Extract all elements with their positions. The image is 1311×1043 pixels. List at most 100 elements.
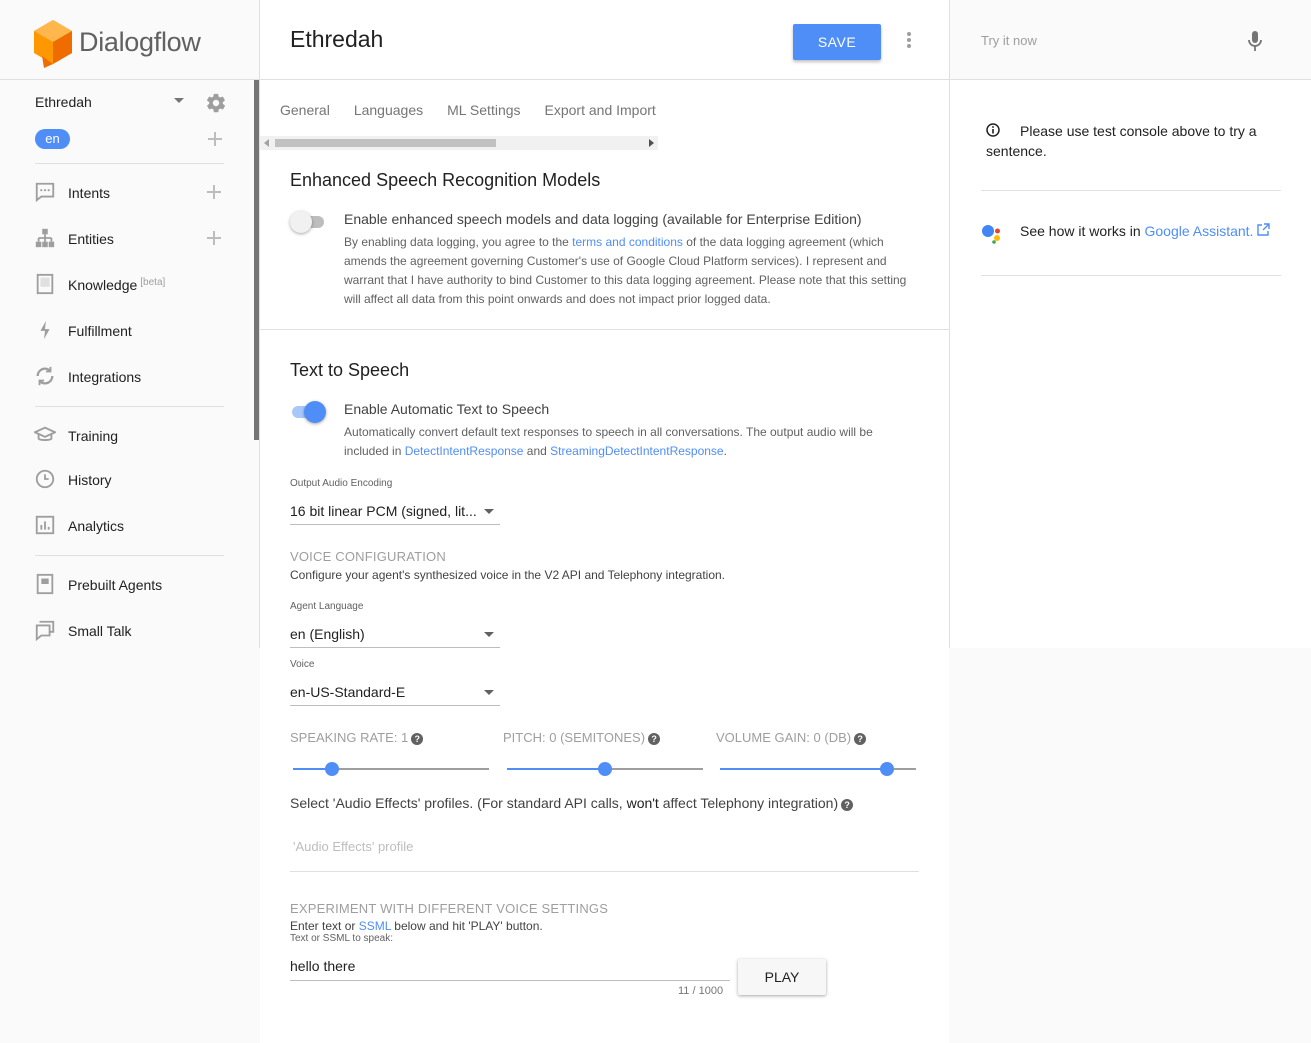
divider	[0, 79, 260, 80]
scroll-left-arrow-icon[interactable]	[264, 139, 269, 147]
settings-tabs: General Languages ML Settings Export and Im…	[280, 102, 680, 122]
enhanced-speech-toggle[interactable]	[290, 211, 328, 233]
brand-name: Dialogflow	[79, 27, 201, 57]
divider	[981, 275, 1281, 276]
info-icon	[986, 123, 1000, 137]
help-icon[interactable]: ?	[841, 799, 854, 811]
chat-bubbles-icon	[35, 620, 55, 641]
select-value: en (English)	[290, 626, 365, 642]
volume-gain-label: VOLUME GAIN: 0 (DB)?	[716, 730, 867, 745]
slider-fill	[720, 768, 887, 770]
play-button[interactable]: PLAY	[738, 959, 826, 995]
toggle-knob	[304, 401, 326, 423]
slider-thumb[interactable]	[325, 762, 340, 776]
agent-language-select[interactable]: en (English)	[290, 620, 500, 648]
slider-thumb[interactable]	[598, 762, 612, 776]
try-it-now-bar[interactable]: Try it now	[950, 0, 1311, 80]
chevron-down-icon[interactable]	[174, 98, 184, 103]
sidebar: Dialogflow Ethredah en Intents Entities …	[0, 0, 260, 648]
scroll-right-arrow-icon[interactable]	[649, 139, 654, 147]
audio-effects-question: Select 'Audio Effects' profiles. (For st…	[290, 795, 854, 811]
add-intent-plus-icon[interactable]	[205, 183, 223, 201]
test-console-hint: Please use test console above to try a s…	[986, 121, 1276, 161]
bolt-icon	[40, 320, 50, 340]
audio-effects-select[interactable]: 'Audio Effects' profile	[290, 834, 919, 872]
output-encoding-select[interactable]: 16 bit linear PCM (signed, lit...	[290, 497, 500, 525]
scrollbar-thumb[interactable]	[275, 139, 496, 147]
help-icon[interactable]: ?	[854, 733, 867, 745]
pitch-slider[interactable]	[507, 761, 703, 777]
sidebar-item-label: Intents	[68, 185, 111, 201]
streaming-detect-intent-response-link[interactable]: StreamingDetectIntentResponse	[550, 444, 723, 458]
enhanced-speech-label: Enable enhanced speech models and data l…	[344, 211, 862, 227]
select-value: en-US-Standard-E	[290, 684, 406, 700]
sidebar-item-label: Knowledge	[68, 277, 138, 293]
help-icon[interactable]: ?	[411, 733, 424, 745]
sidebar-item-knowledge[interactable]: Knowledge [beta]	[34, 273, 229, 297]
microphone-icon[interactable]	[1248, 30, 1262, 52]
sidebar-scrollbar[interactable]	[254, 80, 259, 440]
hierarchy-icon	[35, 228, 55, 248]
google-assistant-link[interactable]: Google Assistant.	[1145, 223, 1254, 239]
terms-link[interactable]: terms and conditions	[572, 235, 683, 249]
help-icon[interactable]: ?	[648, 733, 661, 745]
external-link-icon[interactable]	[1257, 223, 1271, 236]
tabs-scrollbar[interactable]	[260, 136, 658, 150]
sidebar-item-label: Training	[68, 428, 119, 444]
agent-language-label: Agent Language	[290, 601, 364, 612]
agent-selector[interactable]: Ethredah	[35, 92, 230, 114]
tab-export-import[interactable]: Export and Import	[545, 102, 656, 118]
text-to-speak-value: hello there	[290, 958, 356, 974]
sidebar-item-entities[interactable]: Entities	[34, 227, 229, 251]
save-button[interactable]: SAVE	[793, 24, 881, 60]
speaking-rate-slider[interactable]	[293, 761, 489, 777]
divider	[981, 190, 1281, 191]
tab-general[interactable]: General	[280, 102, 330, 118]
hint-text: Please use test console above to try a s…	[986, 123, 1257, 159]
desc-emphasis: won't	[626, 795, 659, 811]
tts-toggle[interactable]	[290, 401, 328, 423]
beta-badge: [beta]	[140, 277, 166, 288]
try-it-now-input[interactable]: Try it now	[981, 33, 1037, 48]
sidebar-item-fulfillment[interactable]: Fulfillment	[34, 319, 229, 343]
sidebar-item-label: Integrations	[68, 369, 142, 385]
detect-intent-response-link[interactable]: DetectIntentResponse	[405, 444, 524, 458]
sidebar-item-training[interactable]: Training	[34, 424, 229, 448]
tab-languages[interactable]: Languages	[354, 102, 423, 118]
sidebar-item-analytics[interactable]: Analytics	[34, 514, 229, 538]
slider-thumb[interactable]	[879, 762, 894, 776]
gear-icon[interactable]	[205, 92, 227, 114]
add-language-plus-icon[interactable]	[206, 130, 224, 148]
divider	[260, 329, 949, 330]
desc-text: .	[723, 444, 727, 458]
sidebar-item-integrations[interactable]: Integrations	[34, 365, 229, 389]
book-icon	[36, 273, 54, 295]
text-to-speak-input[interactable]: hello there	[290, 955, 730, 981]
add-entity-plus-icon[interactable]	[205, 229, 223, 247]
pitch-label: PITCH: 0 (SEMITONES)?	[503, 730, 661, 745]
dialogflow-logo[interactable]: Dialogflow	[34, 20, 201, 68]
sidebar-item-prebuilt-agents[interactable]: Prebuilt Agents	[34, 573, 229, 597]
sidebar-item-label-wrap: Knowledge [beta]	[68, 277, 165, 293]
character-counter: 11 / 1000	[678, 985, 724, 997]
sync-icon	[36, 366, 54, 386]
slider-fill	[507, 768, 605, 770]
select-value: 16 bit linear PCM (signed, lit...	[290, 503, 477, 519]
section-title-speech-models: Enhanced Speech Recognition Models	[290, 170, 601, 190]
tab-ml-settings[interactable]: ML Settings	[447, 102, 520, 118]
language-chip[interactable]: en	[35, 129, 70, 149]
sidebar-item-history[interactable]: History	[34, 468, 229, 492]
tts-label: Enable Automatic Text to Speech	[344, 401, 550, 417]
more-vert-icon[interactable]	[902, 30, 916, 50]
volume-gain-slider[interactable]	[720, 761, 916, 777]
voice-select[interactable]: en-US-Standard-E	[290, 678, 500, 706]
agent-name: Ethredah	[35, 94, 92, 110]
desc-text: and	[523, 444, 551, 458]
sidebar-item-small-talk[interactable]: Small Talk	[34, 619, 229, 643]
ssml-link[interactable]: SSML	[359, 919, 391, 933]
dropdown-caret-icon	[484, 509, 494, 514]
dropdown-caret-icon	[484, 632, 494, 637]
sidebar-item-intents[interactable]: Intents	[34, 181, 229, 205]
sidebar-item-label: Prebuilt Agents	[68, 577, 163, 593]
desc-text: Select 'Audio Effects' profiles. (For st…	[290, 795, 627, 811]
